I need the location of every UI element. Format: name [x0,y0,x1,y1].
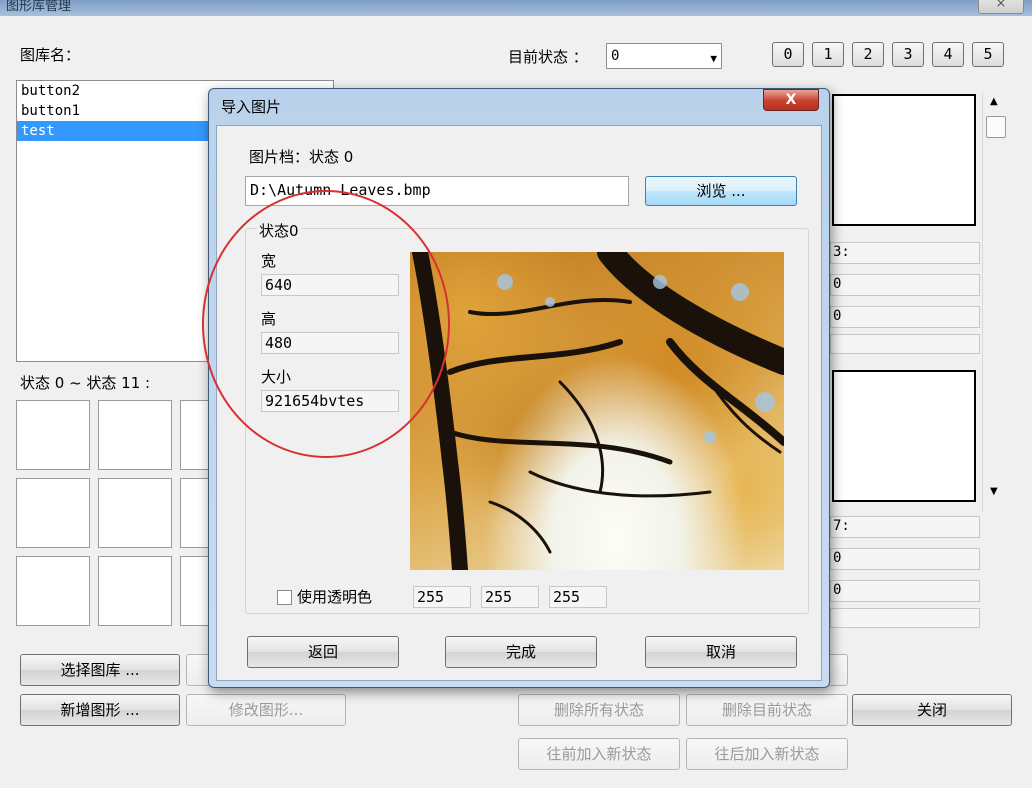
state-button-4[interactable]: 4 [932,42,964,67]
state-field [830,608,980,628]
window-titlebar: 图形库管理 [0,0,1032,16]
state-button-3[interactable]: 3 [892,42,924,67]
modify-shape-button[interactable]: 修改图形... [186,694,346,726]
red-value-field[interactable]: 255 [413,586,471,608]
state-cell[interactable] [98,556,172,626]
state-preview-box [832,94,976,226]
state-cell[interactable] [180,478,210,548]
close-button[interactable]: 关闭 [852,694,1012,726]
insert-after-button[interactable]: 往后加入新状态 [686,738,848,770]
add-shape-button[interactable]: 新增图形 ... [20,694,180,726]
picture-preview [410,252,784,570]
vertical-scrollbar[interactable]: ▲ ▼ [982,92,1008,512]
current-state-combo[interactable]: 0 ▼ [606,43,722,69]
scroll-down-icon[interactable]: ▼ [990,486,998,497]
dialog-close-button[interactable]: X [763,89,819,111]
current-state-label: 目前状态 ： [508,48,588,66]
state-field: 0 [830,306,980,328]
annotation-circle [202,190,450,458]
delete-current-state-button[interactable]: 删除目前状态 [686,694,848,726]
tree-branches-image [412,252,784,570]
transparent-label: 使用透明色 [297,588,373,606]
state-field [830,334,980,354]
insert-before-button[interactable]: 往前加入新状态 [518,738,680,770]
chevron-down-icon: ▼ [710,52,717,65]
green-value-field[interactable]: 255 [481,586,539,608]
state-cell[interactable] [16,556,90,626]
state-field: 0 [830,548,980,570]
done-button[interactable]: 完成 [445,636,597,668]
state-cell[interactable] [180,400,210,470]
state-button-2[interactable]: 2 [852,42,884,67]
state-field: 7: [830,516,980,538]
state-cell[interactable] [98,478,172,548]
library-label: 图库名： [20,46,81,64]
state-button-5[interactable]: 5 [972,42,1004,67]
transparent-checkbox[interactable] [277,590,292,605]
state-field: 3: [830,242,980,264]
window-title: 图形库管理 [6,0,72,14]
blue-value-field[interactable]: 255 [549,586,607,608]
back-button[interactable]: 返回 [247,636,399,668]
state-field: 0 [830,580,980,602]
state-field: 0 [830,274,980,296]
scrollbar-thumb[interactable] [986,116,1006,138]
select-library-button[interactable]: 选择图库 ... [20,654,180,686]
state-cell[interactable] [98,400,172,470]
partial-button[interactable] [828,654,848,686]
state-cell[interactable] [16,400,90,470]
state-cell[interactable] [180,556,210,626]
browse-button[interactable]: 浏览 ... [645,176,797,206]
window-close-button[interactable]: ⨯ [978,0,1024,14]
state-cell[interactable] [16,478,90,548]
dialog-title: 导入图片 [221,98,282,116]
state-preview-box [832,370,976,502]
state-button-0[interactable]: 0 [772,42,804,67]
delete-all-states-button[interactable]: 删除所有状态 [518,694,680,726]
current-state-value: 0 [611,48,620,64]
states-grid-label: 状态 0 ~ 状态 11 : [20,374,151,392]
cancel-button[interactable]: 取消 [645,636,797,668]
file-label: 图片档：状态 0 [249,148,354,166]
state-button-1[interactable]: 1 [812,42,844,67]
scroll-up-icon[interactable]: ▲ [990,96,998,107]
